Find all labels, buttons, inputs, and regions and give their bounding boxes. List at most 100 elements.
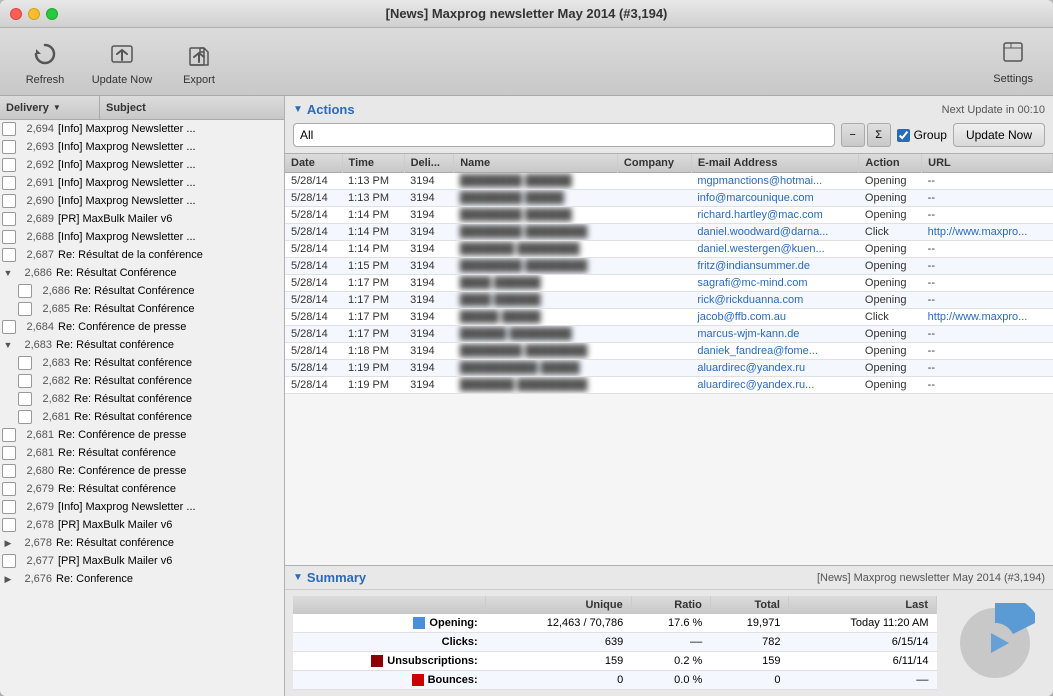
maximize-button[interactable]: [46, 8, 58, 20]
item-checkbox[interactable]: [2, 158, 16, 172]
disclosure-triangle[interactable]: ▼: [2, 267, 14, 279]
sidebar-item[interactable]: 2,677[PR] MaxBulk Mailer v6: [0, 552, 284, 570]
table-row[interactable]: 5/28/141:14 PM3194████████ ████████danie…: [285, 224, 1053, 241]
sidebar-item[interactable]: 2,679[Info] Maxprog Newsletter ...: [0, 498, 284, 516]
item-checkbox[interactable]: [2, 554, 16, 568]
col-subject[interactable]: Subject: [100, 96, 284, 119]
table-col-name[interactable]: Name: [454, 154, 618, 173]
sidebar-item[interactable]: 2,681Re: Conférence de presse: [0, 426, 284, 444]
table-row[interactable]: 5/28/141:13 PM3194████████ ██████mgpmanc…: [285, 173, 1053, 190]
sidebar-item[interactable]: 2,688[Info] Maxprog Newsletter ...: [0, 228, 284, 246]
minimize-button[interactable]: [28, 8, 40, 20]
filter-minus-button[interactable]: −: [841, 123, 865, 147]
close-button[interactable]: [10, 8, 22, 20]
sidebar-item[interactable]: 2,690[Info] Maxprog Newsletter ...: [0, 192, 284, 210]
summary-table-body: Opening:12,463 / 70,78617.6 %19,971Today…: [293, 614, 937, 690]
sidebar-item[interactable]: 2,687Re: Résultat de la conférence: [0, 246, 284, 264]
col-delivery[interactable]: Delivery ▼: [0, 96, 100, 119]
group-checkbox[interactable]: [897, 129, 910, 142]
item-checkbox[interactable]: [2, 464, 16, 478]
table-col-company[interactable]: Company: [617, 154, 691, 173]
sidebar-list[interactable]: 2,694[Info] Maxprog Newsletter ...2,693[…: [0, 120, 284, 696]
table-col-emailaddress[interactable]: E-mail Address: [691, 154, 859, 173]
item-subject: Re: Conférence de presse: [58, 465, 282, 477]
sidebar-item[interactable]: 2,692[Info] Maxprog Newsletter ...: [0, 156, 284, 174]
item-checkbox[interactable]: [18, 356, 32, 370]
sidebar-item[interactable]: 2,683Re: Résultat conférence: [0, 354, 284, 372]
filter-sigma-button[interactable]: Σ: [867, 123, 891, 147]
table-row[interactable]: 5/28/141:19 PM3194██████████ █████aluard…: [285, 360, 1053, 377]
item-checkbox[interactable]: [2, 500, 16, 514]
table-row[interactable]: 5/28/141:18 PM3194████████ ████████danie…: [285, 343, 1053, 360]
item-checkbox[interactable]: [2, 194, 16, 208]
item-num: 2,692: [18, 159, 54, 171]
table-cell: 3194: [404, 258, 454, 275]
item-checkbox[interactable]: [2, 176, 16, 190]
sidebar-item[interactable]: 2,694[Info] Maxprog Newsletter ...: [0, 120, 284, 138]
table-col-deli[interactable]: Deli...: [404, 154, 454, 173]
table-row[interactable]: 5/28/141:19 PM3194███████ █████████aluar…: [285, 377, 1053, 394]
sidebar-item[interactable]: 2,689[PR] MaxBulk Mailer v6: [0, 210, 284, 228]
table-row[interactable]: 5/28/141:17 PM3194█████ █████jacob@ffb.c…: [285, 309, 1053, 326]
actions-disclosure-arrow[interactable]: ▼: [293, 104, 303, 115]
item-checkbox[interactable]: [18, 374, 32, 388]
item-checkbox[interactable]: [2, 518, 16, 532]
sidebar-item[interactable]: 2,685Re: Résultat Conférence: [0, 300, 284, 318]
item-checkbox[interactable]: [18, 392, 32, 406]
sidebar-item[interactable]: ▼2,683Re: Résultat conférence: [0, 336, 284, 354]
sidebar-item[interactable]: 2,678[PR] MaxBulk Mailer v6: [0, 516, 284, 534]
sidebar-item[interactable]: 2,681Re: Résultat conférence: [0, 408, 284, 426]
item-checkbox[interactable]: [2, 122, 16, 136]
table-cell: [617, 275, 691, 292]
item-checkbox[interactable]: [2, 230, 16, 244]
sidebar-item[interactable]: 2,693[Info] Maxprog Newsletter ...: [0, 138, 284, 156]
sidebar-item[interactable]: ▶2,678Re: Résultat conférence: [0, 534, 284, 552]
table-col-date[interactable]: Date: [285, 154, 342, 173]
sidebar-item[interactable]: 2,679Re: Résultat conférence: [0, 480, 284, 498]
table-row[interactable]: 5/28/141:13 PM3194████████ █████info@mar…: [285, 190, 1053, 207]
summary-cell: Today 11:20 AM: [788, 614, 936, 633]
item-checkbox[interactable]: [2, 320, 16, 334]
data-table[interactable]: DateTimeDeli...NameCompanyE-mail Address…: [285, 154, 1053, 565]
table-col-time[interactable]: Time: [342, 154, 404, 173]
sidebar-item[interactable]: 2,684Re: Conférence de presse: [0, 318, 284, 336]
sidebar-item[interactable]: ▼2,686Re: Résultat Conférence: [0, 264, 284, 282]
table-row[interactable]: 5/28/141:15 PM3194████████ ████████fritz…: [285, 258, 1053, 275]
sidebar-item[interactable]: 2,682Re: Résultat conférence: [0, 372, 284, 390]
item-checkbox[interactable]: [2, 482, 16, 496]
table-row[interactable]: 5/28/141:17 PM3194██████ ████████marcus-…: [285, 326, 1053, 343]
item-checkbox[interactable]: [2, 140, 16, 154]
group-label[interactable]: Group: [914, 128, 947, 142]
filter-select[interactable]: All Openings Clicks Unsubscriptions Boun…: [293, 123, 835, 147]
table-row[interactable]: 5/28/141:14 PM3194███████ ████████daniel…: [285, 241, 1053, 258]
sidebar-item[interactable]: ▶2,676Re: Conference: [0, 570, 284, 588]
item-checkbox[interactable]: [2, 248, 16, 262]
sidebar-item[interactable]: 2,691[Info] Maxprog Newsletter ...: [0, 174, 284, 192]
sidebar-item[interactable]: 2,681Re: Résultat conférence: [0, 444, 284, 462]
summary-disclosure-arrow[interactable]: ▼: [293, 572, 303, 583]
disclosure-triangle[interactable]: ▶: [2, 537, 14, 549]
table-col-url[interactable]: URL: [922, 154, 1053, 173]
item-subject: Re: Résultat Conférence: [74, 303, 282, 315]
item-checkbox[interactable]: [18, 302, 32, 316]
update-now-toolbar-button[interactable]: Update Now: [82, 34, 162, 90]
update-now-button[interactable]: Update Now: [953, 123, 1045, 147]
refresh-button[interactable]: Refresh: [10, 34, 80, 90]
table-row[interactable]: 5/28/141:17 PM3194████ ██████rick@rickdu…: [285, 292, 1053, 309]
sidebar-item[interactable]: 2,682Re: Résultat conférence: [0, 390, 284, 408]
table-col-action[interactable]: Action: [859, 154, 922, 173]
export-button[interactable]: Export: [164, 34, 234, 90]
disclosure-triangle[interactable]: ▶: [2, 573, 14, 585]
table-row[interactable]: 5/28/141:14 PM3194████████ ██████richard…: [285, 207, 1053, 224]
item-checkbox[interactable]: [2, 428, 16, 442]
item-checkbox[interactable]: [18, 284, 32, 298]
item-checkbox[interactable]: [2, 446, 16, 460]
table-cell: 3194: [404, 275, 454, 292]
item-checkbox[interactable]: [2, 212, 16, 226]
settings-button[interactable]: Settings: [983, 32, 1043, 91]
table-row[interactable]: 5/28/141:17 PM3194████ ██████sagrafi@mc-…: [285, 275, 1053, 292]
disclosure-triangle[interactable]: ▼: [2, 339, 14, 351]
item-checkbox[interactable]: [18, 410, 32, 424]
sidebar-item[interactable]: 2,680Re: Conférence de presse: [0, 462, 284, 480]
sidebar-item[interactable]: 2,686Re: Résultat Conférence: [0, 282, 284, 300]
